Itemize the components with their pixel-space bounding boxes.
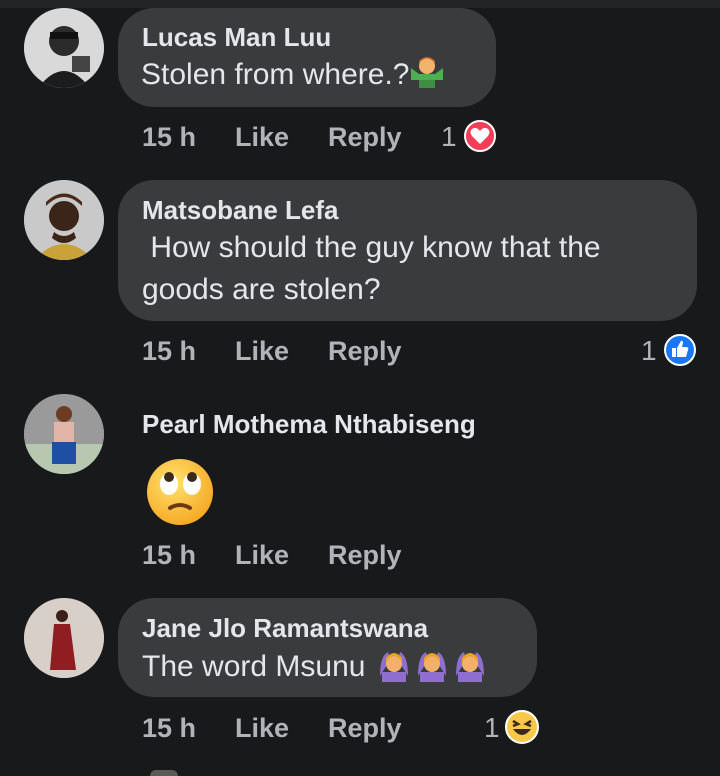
comment-author[interactable]: Matsobane Lefa <box>142 195 339 226</box>
person-gesturing-ok-icon <box>452 646 488 682</box>
reply-button[interactable]: Reply <box>328 540 402 571</box>
avatar[interactable] <box>24 394 104 474</box>
comment-text-line: How should the guy know that the <box>142 231 601 264</box>
avatar[interactable] <box>24 180 104 260</box>
avatar[interactable] <box>24 598 104 678</box>
person-shrugging-icon <box>409 54 445 88</box>
comment-text: Stolen from where.? <box>141 54 445 96</box>
reaction-count[interactable]: 1 <box>484 712 500 744</box>
reply-button[interactable]: Reply <box>328 336 402 367</box>
person-gesturing-ok-icon <box>376 646 412 682</box>
laughing-face-icon[interactable] <box>504 709 540 745</box>
like-button[interactable]: Like <box>235 336 289 367</box>
face-with-rolling-eyes-icon <box>144 456 216 528</box>
reply-button[interactable]: Reply <box>328 122 402 153</box>
comment-time[interactable]: 15 h <box>142 713 196 744</box>
like-button[interactable]: Like <box>235 713 289 744</box>
thumbs-up-icon[interactable] <box>664 334 696 366</box>
comment-text: The word Msunu <box>142 646 488 688</box>
person-gesturing-ok-icon <box>414 646 450 682</box>
comment-author[interactable]: Jane Jlo Ramantswana <box>142 613 428 644</box>
reply-button[interactable]: Reply <box>328 713 402 744</box>
like-button[interactable]: Like <box>235 122 289 153</box>
reaction-count[interactable]: 1 <box>641 335 657 367</box>
previous-content-edge <box>0 0 720 8</box>
comment-time[interactable]: 15 h <box>142 336 196 367</box>
comment-text-line: goods are stolen? <box>142 273 381 306</box>
comment-time[interactable]: 15 h <box>142 540 196 571</box>
like-button[interactable]: Like <box>235 540 289 571</box>
reaction-count[interactable]: 1 <box>441 121 457 153</box>
heart-icon[interactable] <box>464 120 496 152</box>
comment-time[interactable]: 15 h <box>142 122 196 153</box>
comment-author[interactable]: Pearl Mothema Nthabiseng <box>142 409 476 440</box>
comment-author[interactable]: Lucas Man Luu <box>142 22 331 53</box>
next-comment-avatar-edge <box>150 770 178 776</box>
avatar[interactable] <box>24 8 104 88</box>
